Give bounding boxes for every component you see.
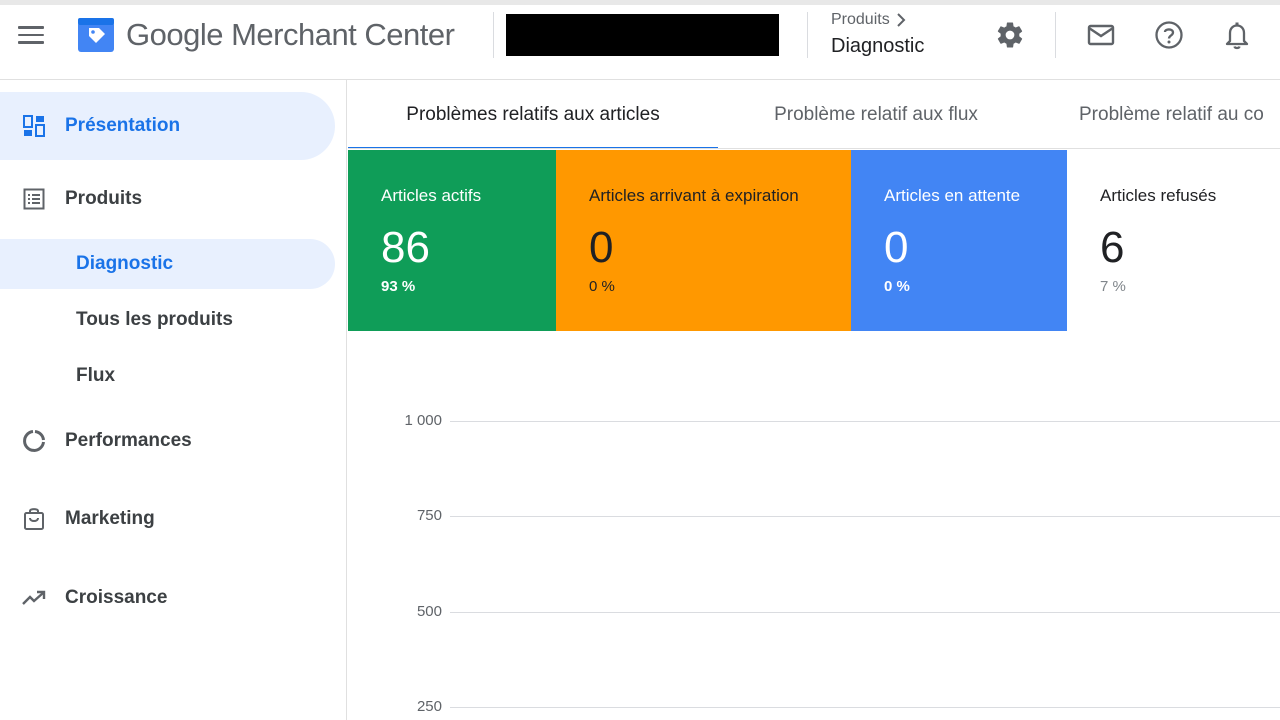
help-button[interactable]: [1151, 17, 1187, 53]
sidebar-item-label: Présentation: [65, 115, 181, 136]
sidebar-item-label: Marketing: [65, 508, 155, 529]
stat-card-title: Articles refusés: [1100, 186, 1217, 205]
stat-card-percent: 0 %: [589, 278, 615, 295]
trending-up-icon: [22, 586, 46, 610]
divider: [493, 12, 494, 58]
top-strip: [0, 0, 1280, 5]
y-tick-label: 750: [416, 507, 442, 525]
stat-card-title: Articles en attente: [884, 186, 1021, 205]
stat-card-active[interactable]: Articles actifs 86 93 %: [348, 150, 556, 331]
sidebar-item-marketing[interactable]: Marketing: [0, 485, 335, 553]
sidebar-item-label: Croissance: [65, 587, 168, 608]
items-chart: 1 000 750 500 250: [348, 332, 1280, 720]
bell-icon: [1225, 22, 1249, 50]
page-title: Diagnostic: [831, 35, 925, 57]
donut-icon: [22, 429, 46, 453]
divider: [807, 12, 808, 58]
divider: [1055, 12, 1056, 58]
top-app-bar: Google Merchant Center Produits Diagnost…: [0, 0, 1280, 80]
mail-icon: [1087, 24, 1115, 46]
menu-icon[interactable]: [14, 20, 48, 50]
stat-card-percent: 93 %: [381, 278, 416, 295]
y-tick-label: 250: [416, 697, 442, 715]
stat-card-value: 0: [589, 223, 614, 272]
chart-gridline: [450, 516, 1280, 518]
tab-probleme-compte[interactable]: Problème relatif au co: [1079, 80, 1280, 148]
chart-gridline: [450, 706, 1280, 708]
help-icon: [1155, 21, 1183, 49]
chart-gridline: [450, 421, 1280, 422]
redacted-account-name: [506, 14, 779, 56]
sidebar-subitem-label: Diagnostic: [76, 253, 174, 274]
sidebar-item-performances[interactable]: Performances: [0, 407, 335, 475]
stat-card-disapproved[interactable]: Articles refusés 6 7 %: [1067, 150, 1280, 331]
shopping-bag-icon: [22, 507, 46, 531]
sidebar-subitem-tous-les-produits[interactable]: Tous les produits: [0, 295, 335, 345]
mail-button[interactable]: [1083, 17, 1119, 53]
stat-card-percent: 7 %: [1100, 278, 1126, 295]
sidebar-subitem-label: Tous les produits: [76, 309, 233, 330]
sidebar: Présentation Produits Diagnostic Tous le…: [0, 80, 347, 720]
notifications-button[interactable]: [1219, 17, 1255, 53]
stat-card-pending[interactable]: Articles en attente 0 0 %: [851, 150, 1067, 331]
list-icon: [22, 187, 46, 211]
dashboard-icon: [22, 114, 46, 138]
gear-icon: [997, 22, 1023, 48]
diagnostic-tabs: Problèmes relatifs aux articles Problème…: [348, 80, 1280, 149]
stat-card-value: 6: [1100, 223, 1125, 272]
sidebar-item-presentation[interactable]: Présentation: [0, 92, 335, 160]
sidebar-subitem-label: Flux: [76, 365, 116, 386]
stat-card-percent: 0 %: [884, 278, 910, 295]
merchant-logo-icon[interactable]: [76, 14, 116, 54]
y-tick-label: 1 000: [404, 412, 442, 429]
tab-probleme-flux[interactable]: Problème relatif aux flux: [718, 80, 1034, 148]
y-tick-label: 500: [416, 602, 442, 620]
settings-button[interactable]: [992, 17, 1028, 53]
app-title[interactable]: Google Merchant Center: [126, 14, 455, 56]
breadcrumb[interactable]: Produits: [831, 11, 906, 29]
sidebar-item-label: Performances: [65, 430, 192, 451]
stat-card-expiring[interactable]: Articles arrivant à expiration 0 0 %: [556, 150, 851, 331]
chart-gridline: [450, 611, 1280, 613]
sidebar-subitem-diagnostic[interactable]: Diagnostic: [0, 239, 335, 289]
sidebar-item-label: Produits: [65, 188, 143, 209]
stat-card-value: 0: [884, 223, 909, 272]
chevron-right-icon: [896, 13, 906, 27]
breadcrumb-parent[interactable]: Produits: [831, 11, 890, 29]
sidebar-subitem-flux[interactable]: Flux: [0, 351, 335, 401]
stat-card-title: Articles actifs: [381, 186, 482, 205]
sidebar-item-produits[interactable]: Produits: [0, 165, 335, 233]
tab-problemes-articles[interactable]: Problèmes relatifs aux articles: [348, 80, 718, 148]
stat-card-value: 86: [381, 223, 430, 272]
stat-card-title: Articles arrivant à expiration: [589, 186, 799, 205]
sidebar-item-croissance[interactable]: Croissance: [0, 564, 335, 632]
